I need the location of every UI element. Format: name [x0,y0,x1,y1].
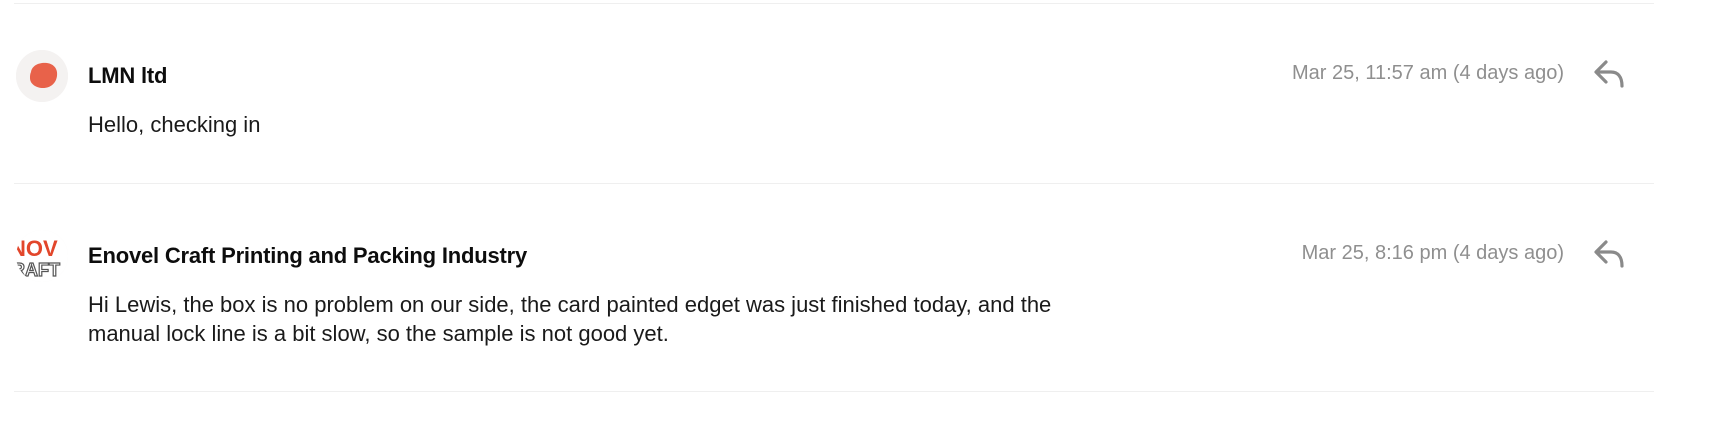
divider [14,183,1654,184]
reply-button[interactable] [1590,234,1630,274]
svg-text:NOV: NOV [16,236,58,261]
reply-arrow-icon [1594,240,1624,268]
sender-name: LMN ltd [88,63,168,88]
svg-text:RAFT: RAFT [16,260,60,280]
message-body: Hi Lewis, the box is no problem on our s… [88,292,1052,346]
reply-button[interactable] [1590,54,1630,94]
sender-name: Enovel Craft Printing and Packing Indust… [88,243,528,268]
sender-avatar [16,50,68,102]
message-timestamp: Mar 25, 11:57 am (4 days ago) [1292,62,1564,84]
divider [14,3,1654,4]
message-thread: LMN ltd Mar 25, 11:57 am (4 days ago) He… [0,0,1728,440]
reply-arrow-icon [1594,60,1624,88]
message-timestamp: Mar 25, 8:16 pm (4 days ago) [1301,242,1564,264]
orange-blob-logo-icon [16,50,68,102]
divider [14,391,1654,392]
enovel-craft-logo-icon: NOV RAFT [16,230,68,282]
sender-avatar: NOV RAFT [16,230,68,282]
message-body: Hello, checking in [88,112,261,137]
